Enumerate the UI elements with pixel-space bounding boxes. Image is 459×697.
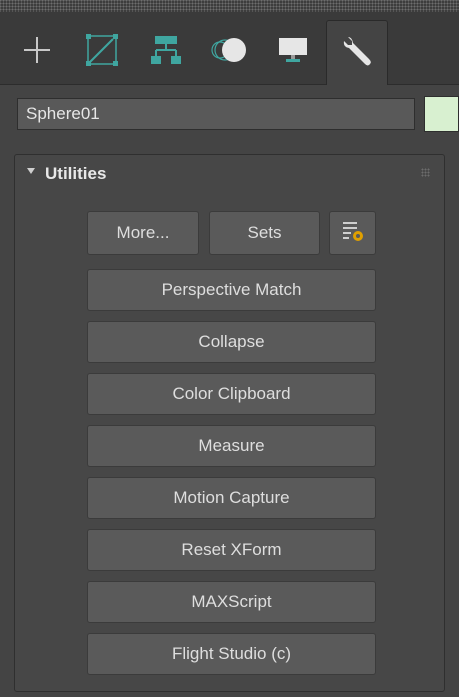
more-button[interactable]: More... xyxy=(87,211,199,255)
rollout-title: Utilities xyxy=(45,164,107,183)
utility-button[interactable]: Measure xyxy=(87,425,376,467)
monitor-icon xyxy=(277,35,309,70)
sets-button[interactable]: Sets xyxy=(209,211,320,255)
collapse-arrow-icon xyxy=(27,168,35,174)
object-name-field[interactable] xyxy=(17,98,415,130)
object-color-swatch[interactable] xyxy=(424,96,459,132)
plus-icon xyxy=(22,35,52,70)
utilities-rollout: Utilities More... Sets Perspective Match… xyxy=(14,154,445,692)
hierarchy-tab[interactable] xyxy=(135,20,197,84)
configure-sets-button[interactable] xyxy=(329,211,376,255)
modify-curve-icon xyxy=(85,33,119,72)
motion-tab[interactable] xyxy=(199,20,261,84)
utility-button[interactable]: Flight Studio (c) xyxy=(87,633,376,675)
wrench-icon xyxy=(339,33,375,74)
utility-button[interactable]: Color Clipboard xyxy=(87,373,376,415)
utility-button[interactable]: Collapse xyxy=(87,321,376,363)
object-name-row xyxy=(0,84,459,140)
utility-button[interactable]: Reset XForm xyxy=(87,529,376,571)
rollout-drag-handle-icon[interactable] xyxy=(421,168,430,177)
configure-sets-icon xyxy=(341,219,365,248)
modify-tab[interactable] xyxy=(71,20,133,84)
rollout-header[interactable]: Utilities xyxy=(15,155,444,195)
display-tab[interactable] xyxy=(262,20,324,84)
create-tab[interactable] xyxy=(6,20,68,84)
panel-drag-grip[interactable] xyxy=(0,0,459,12)
utility-button[interactable]: Perspective Match xyxy=(87,269,376,311)
utility-button[interactable]: MAXScript xyxy=(87,581,376,623)
utilities-tab[interactable] xyxy=(326,20,388,85)
hierarchy-icon xyxy=(149,33,183,72)
utility-button[interactable]: Motion Capture xyxy=(87,477,376,519)
motion-circle-icon xyxy=(210,34,250,71)
command-panel-tabs xyxy=(0,12,459,85)
